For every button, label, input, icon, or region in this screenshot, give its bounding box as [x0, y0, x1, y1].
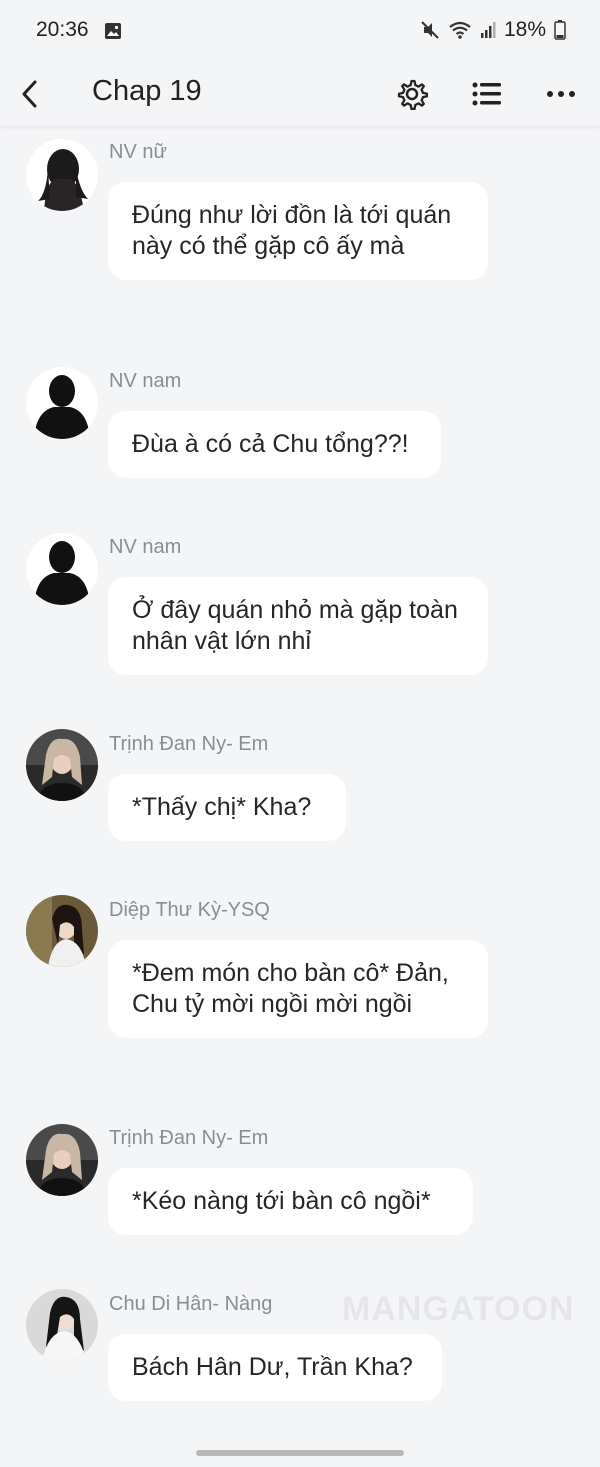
more-options-button[interactable]	[541, 72, 581, 116]
gear-icon	[397, 79, 428, 110]
sender-name: NV nữ	[109, 141, 167, 163]
status-time: 20:36	[36, 18, 89, 41]
status-icons: 18%	[420, 18, 566, 42]
sender-name: Diệp Thư Kỳ-YSQ	[109, 899, 270, 921]
settings-button[interactable]	[392, 72, 432, 116]
message-bubble: *Thấy chị* Kha?	[108, 774, 346, 841]
message-bubble: Đúng như lời đồn là tới quán này có thể …	[108, 182, 488, 280]
sender-name: Trịnh Đan Ny- Em	[109, 1127, 269, 1149]
message-bubble: Đùa à có cả Chu tổng??!	[108, 411, 441, 478]
home-indicator[interactable]	[196, 1450, 404, 1456]
male-silhouette-avatar[interactable]	[26, 533, 98, 605]
gallery-notification-icon	[104, 22, 122, 40]
watermark-logo: MANGATOON	[342, 1290, 575, 1328]
page-title: Chap 19	[92, 75, 202, 107]
sender-name: NV nam	[109, 536, 182, 558]
mute-icon	[420, 20, 440, 40]
signal-icon	[480, 21, 496, 39]
app-header: Chap 19	[0, 64, 600, 126]
photo-avatar[interactable]	[26, 895, 98, 967]
photo-avatar[interactable]	[26, 1289, 98, 1361]
chevron-left-icon	[22, 80, 37, 108]
battery-icon	[554, 20, 566, 40]
photo-avatar[interactable]	[26, 1124, 98, 1196]
battery-percent: 18%	[503, 18, 546, 41]
sender-name: NV nam	[109, 370, 182, 392]
message-bubble: Ở đây quán nhỏ mà gặp toàn nhân vật lớn …	[108, 577, 488, 675]
photo-avatar[interactable]	[26, 729, 98, 801]
chapter-list-button[interactable]	[467, 72, 507, 116]
sender-name: Chu Di Hân- Nàng	[109, 1293, 273, 1315]
message-bubble: *Đem món cho bàn cô* Đản, Chu tỷ mời ngồ…	[108, 940, 488, 1038]
status-bar: 20:36 18%	[0, 0, 600, 64]
more-dots-icon	[547, 91, 575, 97]
list-icon	[472, 82, 501, 106]
message-bubble: Bách Hân Dư, Trần Kha?	[108, 1334, 442, 1401]
female-silhouette-avatar[interactable]	[26, 139, 98, 211]
wifi-icon	[448, 20, 472, 40]
back-button[interactable]	[14, 72, 44, 116]
message-bubble: *Kéo nàng tới bàn cô ngồi*	[108, 1168, 473, 1235]
male-silhouette-avatar[interactable]	[26, 367, 98, 439]
sender-name: Trịnh Đan Ny- Em	[109, 733, 269, 755]
